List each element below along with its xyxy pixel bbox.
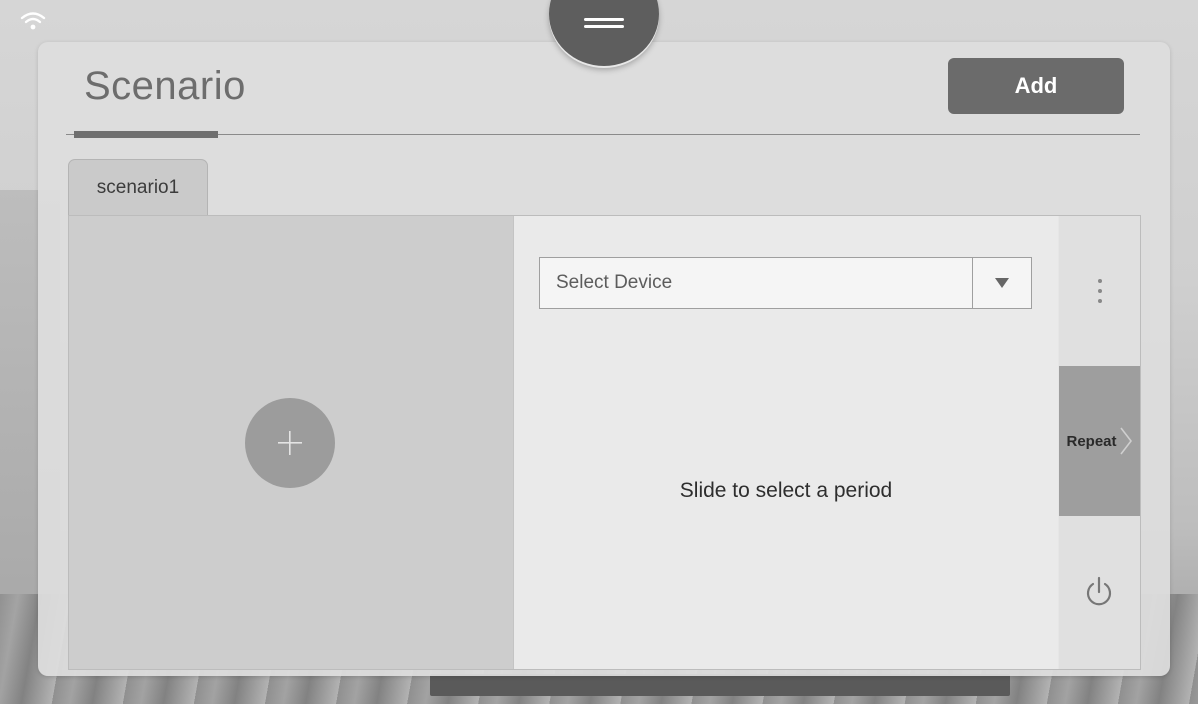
triangle-down-icon (995, 278, 1009, 288)
scenario-panel: Scenario Add scenario1 Select Device Sli… (38, 42, 1170, 676)
app-screen: Scenario Add scenario1 Select Device Sli… (0, 0, 1198, 704)
scenario-content: Select Device Slide to select a period R… (68, 215, 1141, 670)
dropdown-button[interactable] (972, 258, 1031, 308)
tab-scenario1[interactable]: scenario1 (68, 159, 208, 216)
repeat-button[interactable]: Repeat (1059, 366, 1140, 516)
device-select[interactable]: Select Device (539, 257, 1032, 309)
wifi-icon (20, 12, 46, 30)
header-divider (66, 134, 1140, 135)
chevron-right-icon (1119, 427, 1132, 455)
more-options-button[interactable] (1085, 274, 1115, 308)
add-device-button[interactable] (245, 398, 335, 488)
side-controls: Repeat (1059, 216, 1140, 669)
menu-lines-icon (584, 18, 624, 28)
power-icon (1086, 576, 1112, 606)
vertical-dots-icon (1098, 279, 1102, 303)
period-hint: Slide to select a period (679, 479, 893, 502)
repeat-label: Repeat (1066, 432, 1117, 450)
page-title: Scenario (84, 64, 246, 108)
device-select-placeholder: Select Device (556, 272, 673, 293)
plus-icon (278, 431, 302, 455)
background-rug (430, 674, 1010, 696)
schedule-pane: Select Device Slide to select a period (514, 216, 1058, 669)
header-divider-accent (74, 131, 218, 138)
add-button[interactable]: Add (948, 58, 1124, 114)
scene-preview-pane (69, 216, 514, 669)
power-button[interactable] (1081, 574, 1117, 610)
